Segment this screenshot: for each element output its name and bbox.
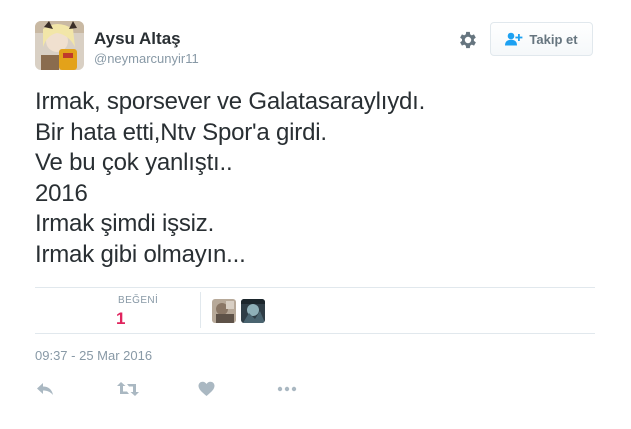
- author-handle[interactable]: @neymarcunyir11: [94, 51, 199, 67]
- gear-icon[interactable]: [457, 29, 479, 51]
- reply-button[interactable]: [36, 379, 54, 399]
- tweet-text: Irmak, sporsever ve Galatasaraylıydı. Bi…: [35, 87, 595, 270]
- follow-button[interactable]: Takip et: [490, 22, 593, 56]
- tweet-line: Ve bu çok yanlıştı..: [35, 149, 233, 176]
- avatar-image: [35, 21, 84, 70]
- stats-separator: [200, 292, 201, 328]
- follow-person-plus-icon: [505, 32, 523, 46]
- reply-icon: [37, 383, 53, 395]
- liker-avatar[interactable]: [241, 299, 265, 323]
- tweet-line: Irmak, sporsever ve Galatasaraylıydı.: [35, 88, 426, 115]
- tweet-line: Irmak şimdi işsiz.: [35, 210, 215, 237]
- follow-label: Takip et: [529, 31, 578, 47]
- retweet-icon: [117, 382, 139, 396]
- tweet-line: Bir hata etti,Ntv Spor'a girdi.: [35, 118, 327, 146]
- likes-count[interactable]: 1: [116, 309, 125, 329]
- like-button[interactable]: [198, 379, 215, 399]
- author-name[interactable]: Aysu Altaş: [94, 29, 181, 49]
- more-button[interactable]: [277, 379, 297, 399]
- like-heart-icon: [198, 381, 215, 396]
- retweet-button[interactable]: [117, 379, 139, 399]
- likes-label[interactable]: BEĞENİ: [118, 295, 158, 306]
- more-icon: [277, 386, 297, 392]
- tweet-line: 2016: [35, 179, 88, 207]
- liker-avatar[interactable]: [212, 299, 236, 323]
- tweet-line: Irmak gibi olmayın...: [35, 240, 246, 268]
- tweet-timestamp[interactable]: 09:37 - 25 Mar 2016: [35, 348, 152, 363]
- stats-top-divider: [35, 287, 595, 288]
- author-avatar[interactable]: [35, 21, 84, 70]
- stats-bottom-divider: [35, 333, 595, 334]
